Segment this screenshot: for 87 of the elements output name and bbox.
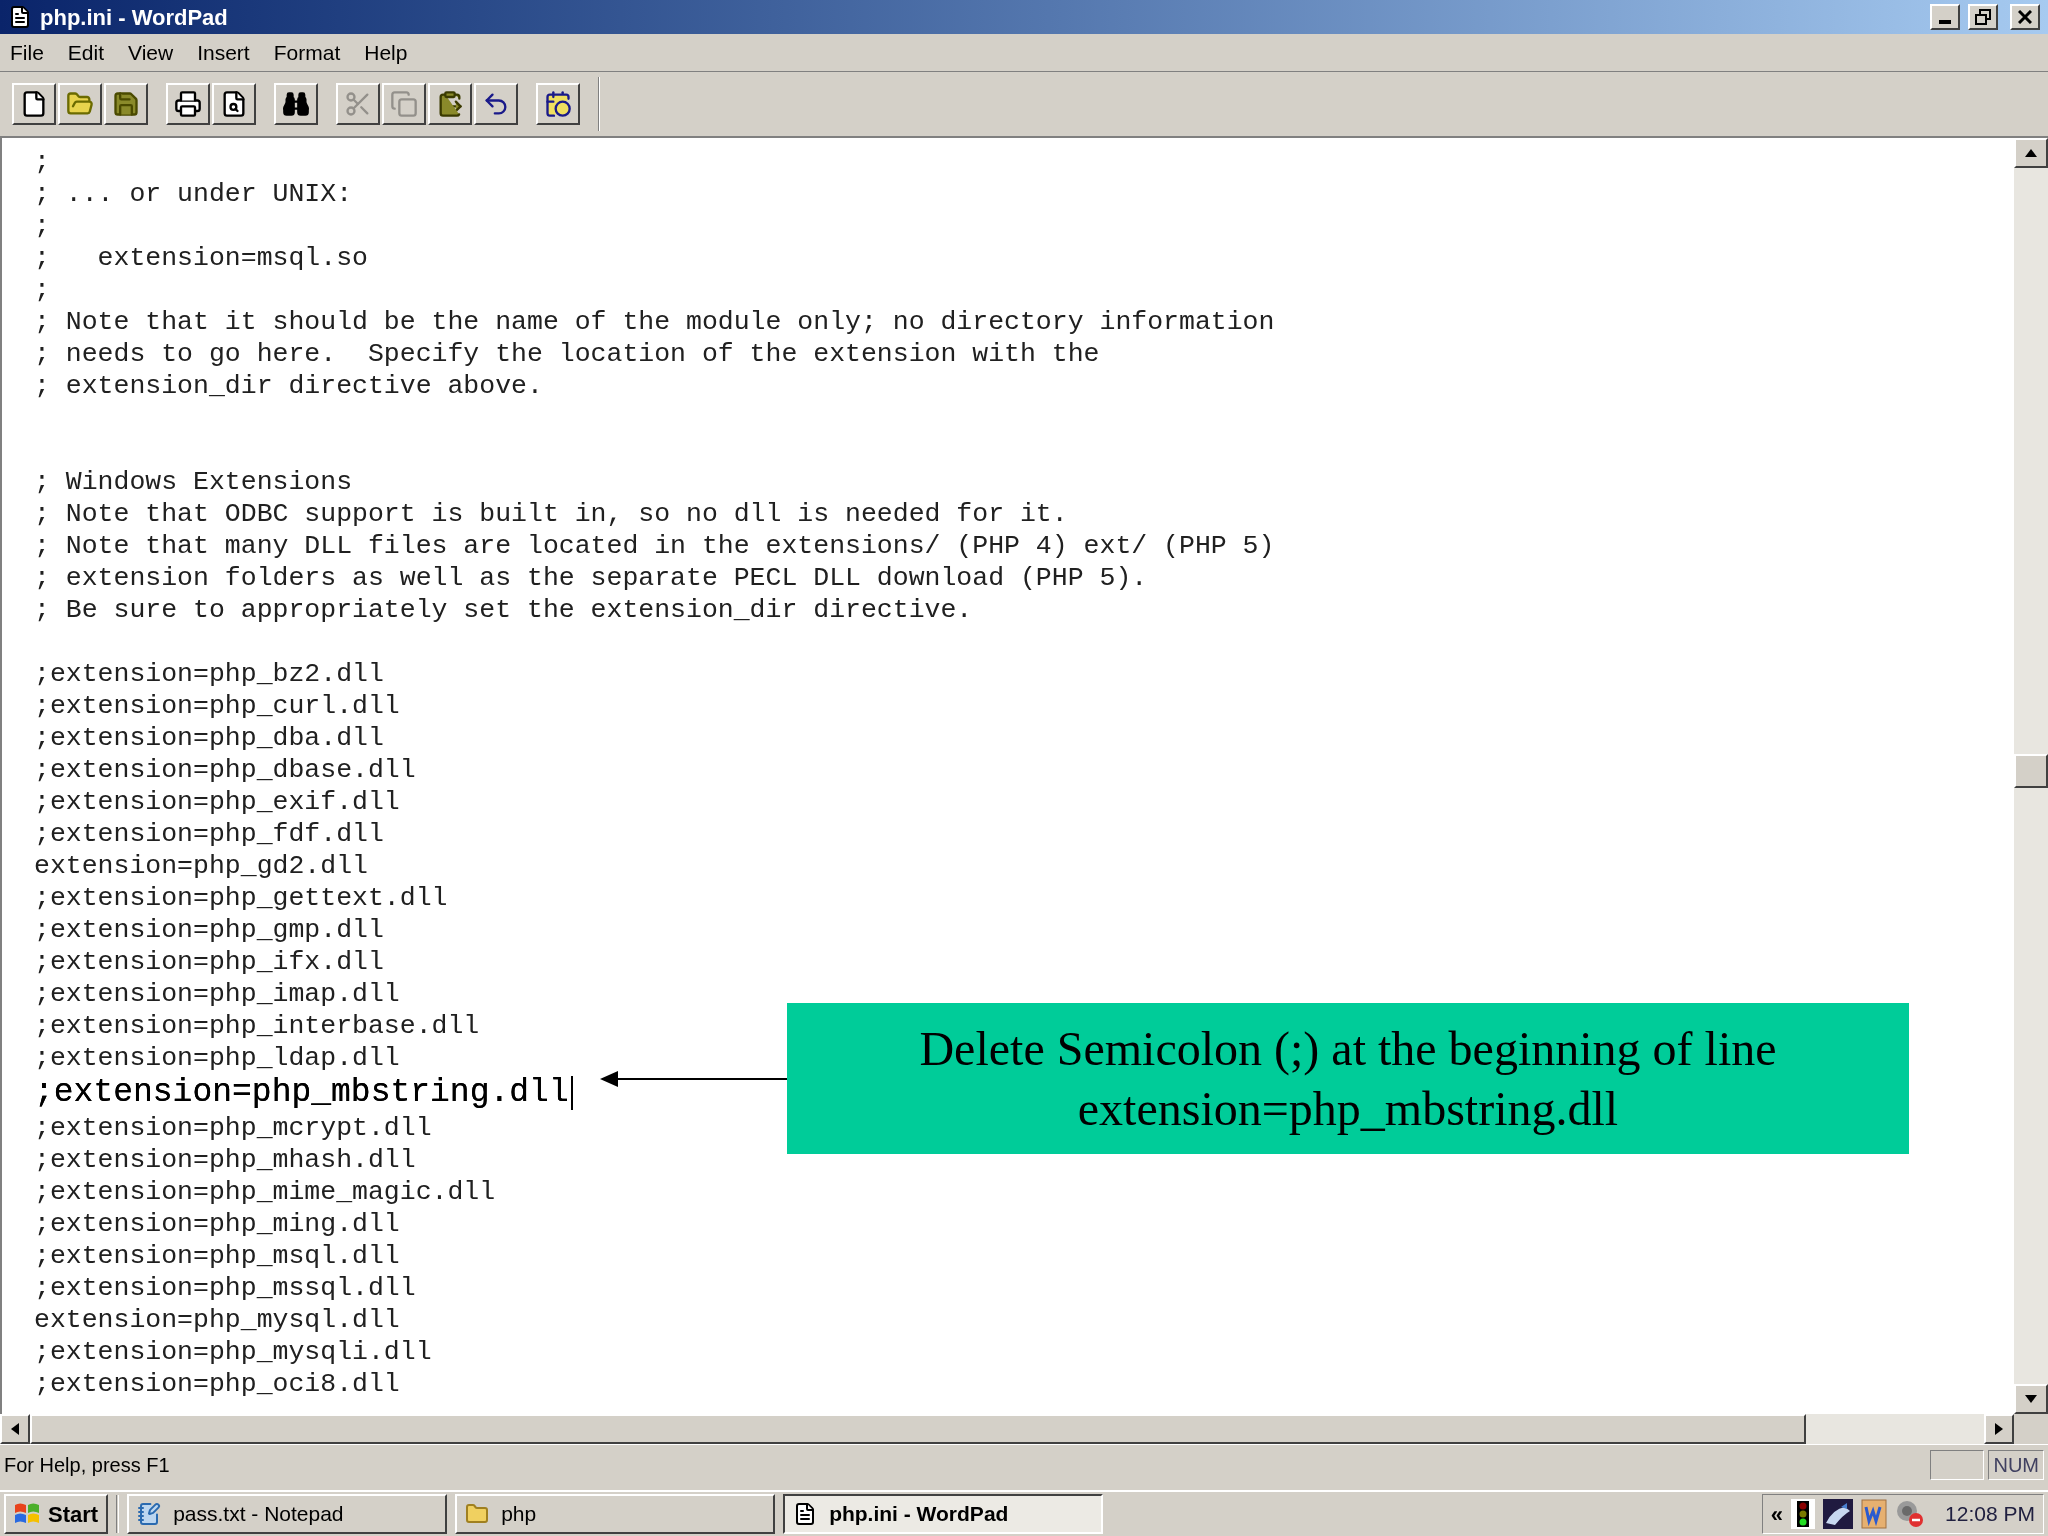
start-button[interactable]: Start [4,1494,109,1534]
code-line: ;extension=php_interbase.dll [34,1011,480,1041]
code-line: ; extension folders as well as the separate PECL DLL download (PHP 5). [34,563,1148,593]
menu-item[interactable]: Format [273,36,341,69]
windows-logo-icon [14,1502,40,1526]
menu-item[interactable]: Edit [67,36,105,69]
menu-item[interactable]: View [128,36,174,69]
traffic-light-icon[interactable] [1791,1499,1816,1529]
menu-item[interactable]: File [10,36,44,69]
toolbar-button[interactable] [104,83,148,125]
code-line: ;extension=php_ming.dll [34,1209,400,1239]
code-line: ;extension=php_mime_magic.dll [34,1177,496,1207]
code-line: ;extension=php_ifx.dll [34,947,384,977]
taskbar-button[interactable]: php [455,1494,776,1534]
code-line: ; Windows Extensions [34,467,353,497]
toolbar-button[interactable] [474,83,518,125]
restore-button[interactable] [1968,4,1998,30]
code-line: ;extension=php_dba.dll [34,723,384,753]
code-line: ;extension=php_exif.dll [34,787,400,817]
copy-icon [390,90,418,118]
calendar-clock-icon [544,90,572,118]
code-line: ; Note that it should be the name of the module only; no directory information [34,307,1275,337]
vertical-scrollbar[interactable] [2014,138,2048,1444]
printer-icon [174,90,202,118]
code-line: ; needs to go here. Specify the location of the extension with the [34,339,1100,369]
folder-icon [465,1502,490,1526]
word-document-icon[interactable] [1861,1499,1888,1529]
code-line: ;extension=php_mssql.dll [34,1273,416,1303]
code-line: ; [34,211,50,241]
notepad-icon [137,1502,162,1526]
code-line: ;extension=php_mysqli.dll [34,1337,432,1367]
code-line: ; extension_dir directive above. [34,371,543,401]
code-line: ;extension=php_oci8.dll [34,1369,400,1399]
code-line: ;extension=php_bz2.dll [34,659,384,689]
toolbar-button[interactable] [274,83,318,125]
code-line: extension=php_gd2.dll [34,851,368,881]
status-indicator: NUM [1988,1449,2044,1480]
window-title: php.ini - WordPad [40,3,228,32]
code-line: ;extension=php_fdf.dll [34,819,384,849]
code-line: ; Note that ODBC support is built in, so no dll is needed for it. [34,499,1068,529]
toolbar-button[interactable] [58,83,102,125]
code-line: extension=php_mysql.dll [34,1305,400,1335]
taskbar-button[interactable]: pass.txt - Notepad [127,1494,448,1534]
code-line: ;extension=php_mcrypt.dll [34,1113,432,1143]
code-line: ;extension=php_mbstring.dll [34,1074,569,1112]
code-line: ; Note that many DLL files are located in the extensions/ (PHP 4) ext/ (PHP 5) [34,531,1275,561]
code-line: ;extension=php_gmp.dll [34,915,384,945]
code-line: ;extension=php_curl.dll [34,691,400,721]
code-line: ;extension=php_ldap.dll [34,1043,400,1073]
code-line: ;extension=php_gettext.dll [34,883,448,913]
disconnected-network-icon[interactable] [1895,1499,1926,1529]
minimize-button[interactable] [1930,4,1960,30]
code-line: ;extension=php_msql.dll [34,1241,400,1271]
restore-icon [1975,9,1991,25]
menu-item[interactable]: Help [364,36,408,69]
close-button[interactable] [2010,4,2040,30]
code-line: ;extension=php_imap.dll [34,979,400,1009]
binoculars-icon [282,90,310,118]
tray-expand-button[interactable]: « [1770,1497,1784,1531]
toolbar-button[interactable] [212,83,256,125]
text-cursor [570,1076,573,1110]
taskbar-button[interactable]: php.ini - WordPad [783,1494,1104,1534]
menu-item[interactable]: Insert [197,36,250,69]
code-line: ; ... or under UNIX: [34,179,353,209]
callout-text: Delete Semicolon (;) at the beginning of line [919,1020,1777,1078]
clock: 12:08 PM [1945,1501,2035,1528]
document-icon [8,5,32,29]
scrollbar-thumb[interactable] [2014,754,2048,788]
code-line: ; [34,147,50,177]
code-line: ;extension=php_dbase.dll [34,755,416,785]
left-arrow-icon [11,1423,19,1435]
down-arrow-icon [2025,1395,2037,1403]
up-arrow-icon [2025,149,2037,157]
status-panel [1930,1449,1985,1480]
code-line: ; Be sure to appropriately set the extension_dir directive. [34,595,973,625]
close-icon [2018,10,2032,24]
toolbar-button[interactable] [536,83,580,125]
toolbar-button[interactable] [12,83,56,125]
toolbar-button[interactable] [428,83,472,125]
status-text: For Help, press F1 [3,1452,171,1478]
code-line: ; extension=msql.so [34,243,368,273]
code-line: ;extension=php_mhash.dll [34,1145,416,1175]
callout-text: extension=php_mbstring.dll [1077,1080,1619,1137]
minimize-icon [1939,20,1951,24]
right-arrow-icon [1995,1423,2003,1435]
toolbar-button[interactable] [166,83,210,125]
code-line: ; [34,275,50,305]
